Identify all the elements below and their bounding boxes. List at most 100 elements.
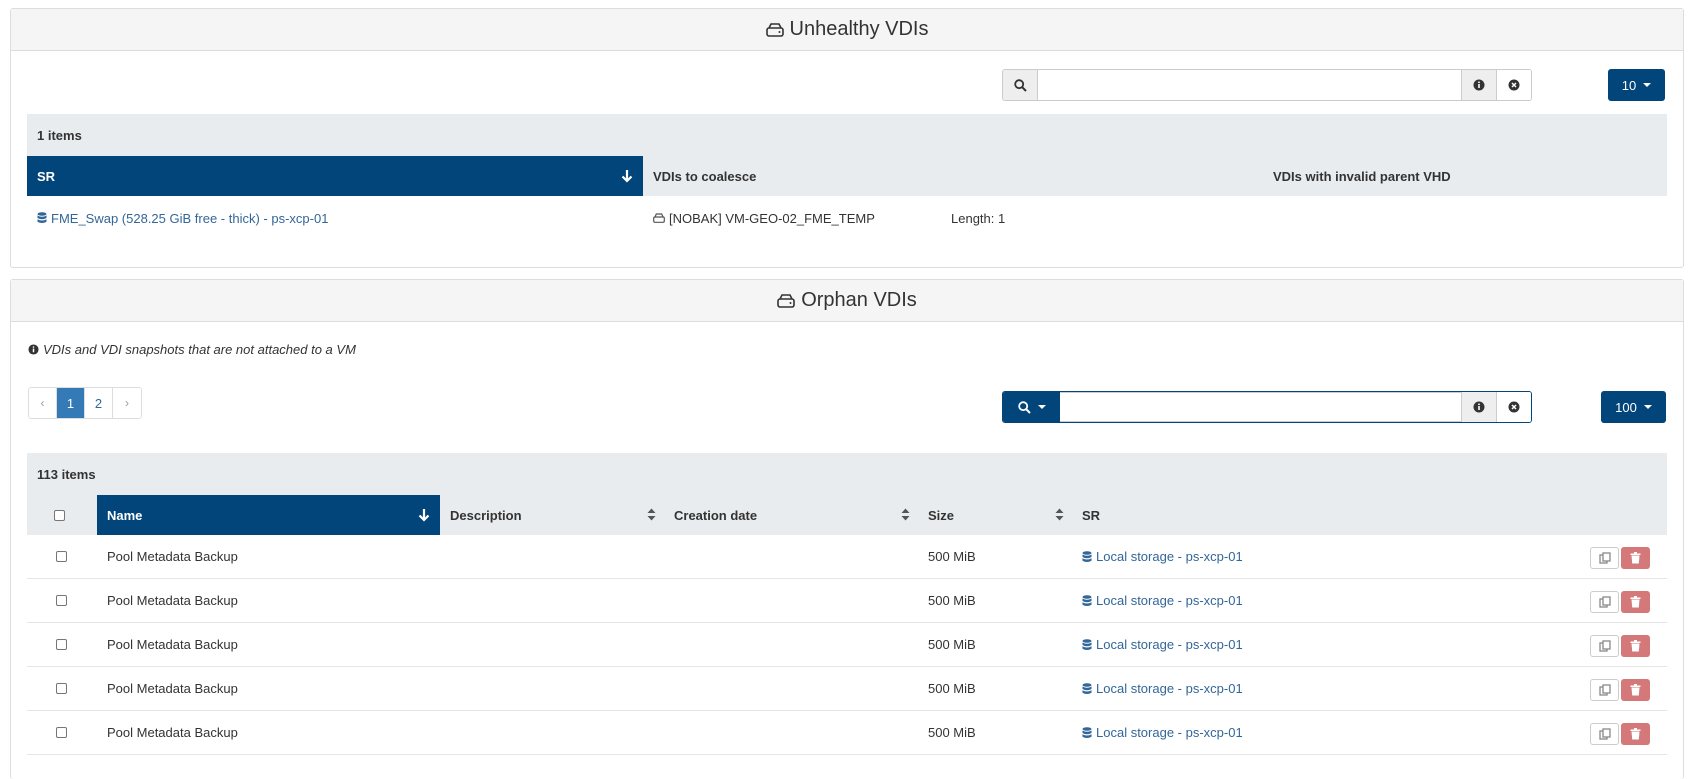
row-checkbox-cell	[56, 623, 67, 666]
row-checkbox[interactable]	[56, 595, 67, 606]
orphan-info-note: VDIs and VDI snapshots that are not atta…	[28, 342, 356, 357]
sr-link[interactable]: Local storage - ps-xcp-01	[1082, 667, 1243, 710]
info-icon[interactable]	[1461, 392, 1496, 422]
copy-button[interactable]	[1590, 723, 1619, 745]
trash-icon	[1630, 596, 1641, 608]
row-checkbox[interactable]	[56, 727, 67, 738]
vdi-item: [NOBAK] VM-GEO-02_FME_TEMP	[653, 196, 875, 240]
item-count: 113 items	[27, 453, 1667, 495]
copy-icon	[1598, 640, 1611, 652]
orphan-search-group	[1002, 391, 1532, 423]
unhealthy-vdis-heading: Unhealthy VDIs	[11, 9, 1683, 51]
database-icon	[1082, 638, 1092, 651]
copy-icon	[1598, 596, 1611, 608]
column-invalid-parent: VDIs with invalid parent VHD	[1273, 168, 1451, 184]
pagination-page-1[interactable]: 1	[57, 388, 85, 418]
column-size[interactable]: Size	[918, 495, 1072, 535]
row-checkbox-cell	[56, 667, 67, 710]
column-creation-date[interactable]: Creation date	[664, 495, 918, 535]
delete-button[interactable]	[1621, 723, 1650, 745]
copy-button[interactable]	[1590, 591, 1619, 613]
page-size-value: 100	[1615, 399, 1637, 415]
row-checkbox-cell	[56, 711, 67, 754]
select-all-cell	[54, 495, 94, 535]
vdi-name: Pool Metadata Backup	[107, 681, 238, 696]
pagination-next[interactable]: ›	[113, 388, 141, 418]
arrow-down-icon	[418, 508, 430, 525]
table-header: SR VDIs to coalesce VDIs with invalid pa…	[27, 156, 1667, 196]
copy-button[interactable]	[1590, 547, 1619, 569]
column-name[interactable]: Name	[97, 495, 440, 535]
copy-icon	[1598, 728, 1611, 740]
row-checkbox-cell	[56, 535, 67, 578]
unhealthy-search-group	[1002, 69, 1532, 101]
vdi-size: 500 MiB	[928, 637, 976, 652]
times-circle-icon[interactable]	[1496, 392, 1531, 422]
vdi-size: 500 MiB	[928, 549, 976, 564]
table-row: FME_Swap (528.25 GiB free - thick) - ps-…	[27, 196, 1667, 240]
caret-down-icon	[1643, 405, 1652, 409]
delete-button[interactable]	[1621, 635, 1650, 657]
column-sr[interactable]: SR	[27, 156, 643, 196]
orphan-vdis-title: Orphan VDIs	[801, 289, 917, 311]
copy-button[interactable]	[1590, 635, 1619, 657]
sr-link[interactable]: Local storage - ps-xcp-01	[1082, 623, 1243, 666]
orphan-page-size-dropdown[interactable]: 100	[1601, 391, 1666, 423]
database-icon	[1082, 726, 1092, 739]
times-circle-icon[interactable]	[1496, 70, 1531, 100]
orphan-vdis-heading: Orphan VDIs	[11, 280, 1683, 322]
unhealthy-vdis-table: 1 items SR VDIs to coalesce VDIs with in…	[27, 114, 1667, 240]
row-checkbox[interactable]	[56, 683, 67, 694]
select-all-checkbox[interactable]	[54, 509, 65, 521]
sort-icon	[1055, 508, 1064, 524]
hdd-icon	[653, 213, 665, 223]
sr-link[interactable]: Local storage - ps-xcp-01	[1082, 535, 1243, 578]
delete-button[interactable]	[1621, 591, 1650, 613]
arrow-down-icon	[621, 169, 633, 186]
copy-icon	[1598, 552, 1611, 564]
unhealthy-vdis-title: Unhealthy VDIs	[789, 18, 929, 40]
orphan-vdis-panel: Orphan VDIs VDIs and VDI snapshots that …	[10, 279, 1684, 779]
column-sr: SR	[1082, 507, 1101, 523]
search-filter-dropdown[interactable]	[1003, 392, 1060, 422]
item-count: 1 items	[27, 114, 1667, 156]
vdi-name: Pool Metadata Backup	[107, 549, 238, 564]
table-row: Pool Metadata Backup 500 MiB Local stora…	[27, 711, 1667, 755]
table-row: Pool Metadata Backup 500 MiB Local stora…	[27, 623, 1667, 667]
sr-link[interactable]: Local storage - ps-xcp-01	[1082, 579, 1243, 622]
hdd-icon	[765, 22, 784, 37]
sr-link[interactable]: FME_Swap (528.25 GiB free - thick) - ps-…	[37, 196, 328, 240]
database-icon	[37, 212, 47, 224]
copy-button[interactable]	[1590, 679, 1619, 701]
database-icon	[1082, 594, 1092, 607]
vdi-name: Pool Metadata Backup	[107, 637, 238, 652]
sort-icon	[647, 508, 656, 524]
delete-button[interactable]	[1621, 547, 1650, 569]
caret-down-icon	[1643, 83, 1652, 87]
column-description[interactable]: Description	[440, 495, 664, 535]
search-icon	[1003, 70, 1038, 100]
pagination-page-2[interactable]: 2	[85, 388, 113, 418]
table-header: Name Description Creation date Size SR	[27, 495, 1667, 535]
table-row: Pool Metadata Backup 500 MiB Local stora…	[27, 667, 1667, 711]
unhealthy-page-size-dropdown[interactable]: 10	[1608, 69, 1665, 101]
copy-icon	[1598, 684, 1611, 696]
vdi-size: 500 MiB	[928, 681, 976, 696]
caret-down-icon	[1037, 405, 1046, 409]
unhealthy-search-input[interactable]	[1038, 70, 1461, 100]
trash-icon	[1630, 640, 1641, 652]
orphan-search-input[interactable]	[1060, 392, 1461, 422]
delete-button[interactable]	[1621, 679, 1650, 701]
info-icon[interactable]	[1461, 70, 1496, 100]
database-icon	[1082, 682, 1092, 695]
pagination: ‹ 1 2 ›	[28, 387, 142, 419]
database-icon	[1082, 550, 1092, 563]
length-text: Length: 1	[951, 210, 1006, 226]
pagination-prev[interactable]: ‹	[29, 388, 57, 418]
vdi-name: Pool Metadata Backup	[107, 725, 238, 740]
sr-link[interactable]: Local storage - ps-xcp-01	[1082, 711, 1243, 754]
search-icon	[1017, 400, 1031, 414]
row-checkbox[interactable]	[56, 551, 67, 562]
row-checkbox[interactable]	[56, 639, 67, 650]
orphan-table-body: Pool Metadata Backup 500 MiB Local stora…	[27, 535, 1667, 755]
